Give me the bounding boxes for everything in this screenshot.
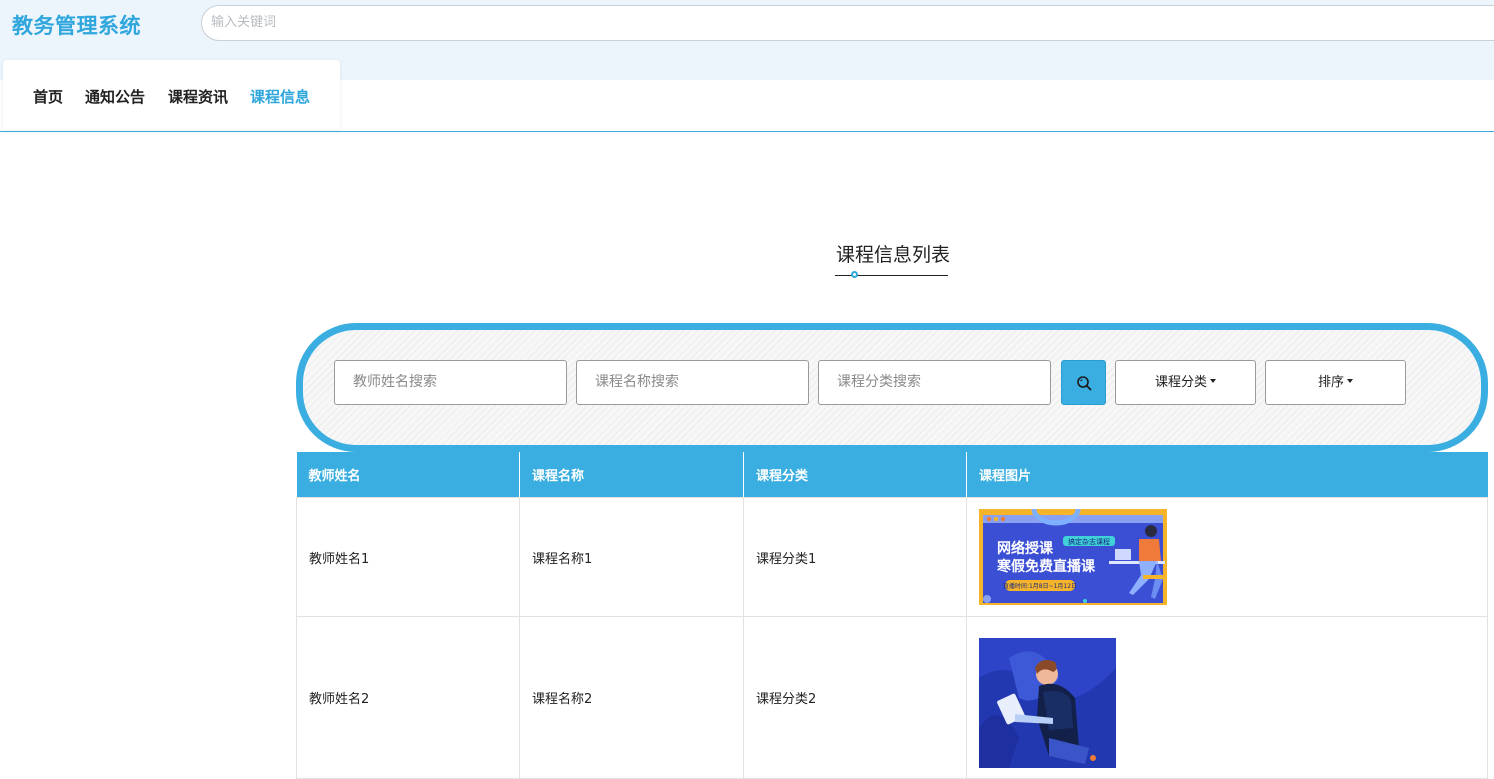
svg-text:直播时间:1月8日~1月12日: 直播时间:1月8日~1月12日 <box>1003 582 1077 590</box>
caret-down-icon <box>1210 378 1216 383</box>
course-image[interactable]: 搞定杂志课程 网络授课 寒假免费直播课 直播时间:1月8日~1月12日 <box>979 509 1167 605</box>
table-header-row: 教师姓名 课程名称 课程分类 课程图片 <box>296 452 1488 498</box>
site-logo[interactable]: 教务管理系统 <box>12 10 141 40</box>
category-dropdown-label: 课程分类 <box>1154 375 1207 390</box>
course-cell: 课程名称2 <box>519 616 744 779</box>
course-cell: 课程名称1 <box>519 497 744 617</box>
course-search-input[interactable]: 课程名称搜索 <box>576 360 809 405</box>
nav-item-notices[interactable]: 通知公告 <box>85 86 145 107</box>
teacher-cell: 教师姓名1 <box>296 497 520 617</box>
nav-item-course-news[interactable]: 课程资讯 <box>168 86 228 107</box>
category-dropdown[interactable]: 课程分类 <box>1115 360 1256 405</box>
page-title: 课程信息列表 <box>836 244 951 266</box>
teacher-cell: 教师姓名2 <box>296 616 520 779</box>
nav-item-course-info[interactable]: 课程信息 <box>250 86 310 107</box>
column-header-course: 课程名称 <box>519 452 744 498</box>
category-cell: 课程分类2 <box>743 616 967 779</box>
search-button[interactable] <box>1061 360 1106 405</box>
column-header-category: 课程分类 <box>743 452 967 498</box>
category-search-input[interactable]: 课程分类搜索 <box>818 360 1051 405</box>
image-cell <box>966 616 1488 779</box>
table-row[interactable]: 教师姓名1 课程名称1 课程分类1 搞定杂志课程 网络授课 寒假免费直播课 直播… <box>296 497 1488 617</box>
caret-down-icon <box>1347 378 1353 383</box>
search-icon <box>1077 376 1092 391</box>
category-cell: 课程分类1 <box>743 497 967 617</box>
course-image[interactable] <box>979 638 1116 768</box>
svg-text:寒假免费直播课: 寒假免费直播课 <box>997 558 1096 575</box>
title-dot <box>851 271 858 278</box>
image-cell: 搞定杂志课程 网络授课 寒假免费直播课 直播时间:1月8日~1月12日 <box>966 497 1488 617</box>
main-nav: 首页 通知公告 课程资讯 课程信息 <box>3 60 340 130</box>
teacher-search-input[interactable]: 教师姓名搜索 <box>334 360 567 405</box>
svg-text:搞定杂志课程: 搞定杂志课程 <box>1068 537 1110 546</box>
global-search-input[interactable]: 输入关键词 <box>201 5 1494 41</box>
column-header-teacher: 教师姓名 <box>296 452 520 498</box>
nav-divider <box>0 131 1494 132</box>
table-row[interactable]: 教师姓名2 课程名称2 课程分类2 <box>296 616 1488 779</box>
course-table: 教师姓名 课程名称 课程分类 课程图片 教师姓名1 课程名称1 课程分类1 搞定… <box>296 452 1488 779</box>
column-header-image: 课程图片 <box>966 452 1488 498</box>
sort-dropdown[interactable]: 排序 <box>1265 360 1406 405</box>
sort-dropdown-label: 排序 <box>1317 375 1344 390</box>
svg-text:网络授课: 网络授课 <box>997 540 1054 557</box>
nav-item-home[interactable]: 首页 <box>33 86 63 107</box>
